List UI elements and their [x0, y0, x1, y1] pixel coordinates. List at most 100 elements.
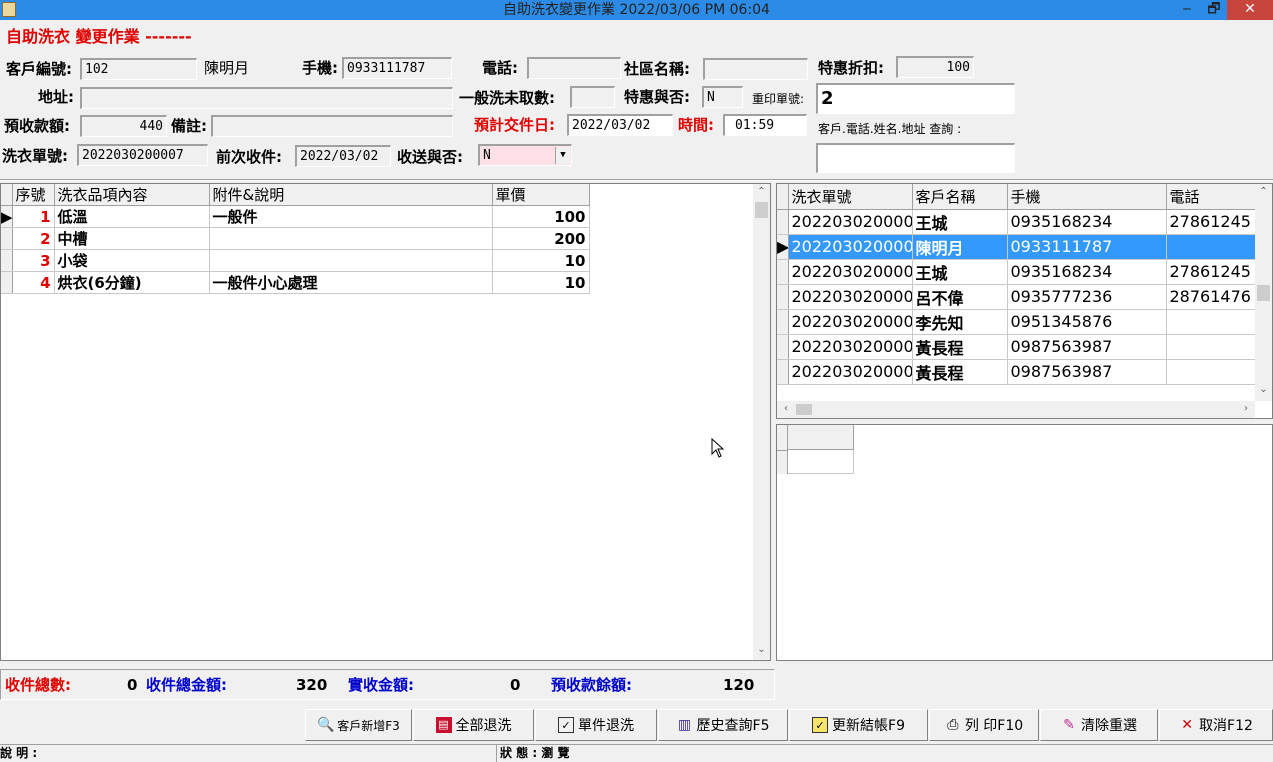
table-row-selected[interactable]: ▶ 202203020000 陳明月 0933111787 [777, 234, 1258, 260]
col-header-price[interactable]: 單價 [492, 184, 590, 206]
count-label: 收件總數: [5, 676, 71, 694]
col-header-order[interactable]: 洗衣單號 [788, 184, 913, 210]
table-row[interactable]: 202203020000 王城 0935168234 27861245 [777, 259, 1258, 285]
prepaid-field[interactable]: 440 [80, 115, 167, 137]
order-no: 202203020000 [788, 209, 913, 235]
col-header-no[interactable]: 序號 [12, 184, 55, 206]
table-row[interactable]: 4 烘衣(6分鐘) 一般件小心處理 10 [1, 271, 590, 294]
items-grid[interactable]: 序號 洗衣品項內容 附件&說明 單價 ▶ 1 低溫 一般件 100 2 中槽 2… [0, 183, 771, 661]
table-row[interactable]: 202203020000 呂不偉 0935777236 28761476 [777, 284, 1258, 310]
scroll-down-icon[interactable]: ⌄ [753, 644, 770, 655]
col-header-note[interactable]: 附件&說明 [209, 184, 493, 206]
table-row[interactable]: 202203020000 黃長程 0987563987 [777, 334, 1258, 360]
customer-no-label: 客戶編號: [6, 60, 72, 78]
table-row[interactable]: 202203020000 李先知 0951345876 [777, 309, 1258, 335]
history-button[interactable]: ▥ 歷史查詢F5 [658, 709, 788, 741]
chevron-down-icon[interactable]: ▼ [555, 147, 570, 164]
close-button[interactable]: ✕ [1227, 0, 1273, 20]
detail-header-cell [787, 425, 854, 450]
table-row[interactable]: 3 小袋 10 [1, 249, 590, 272]
order-no-field[interactable]: 2022030200007 [77, 144, 208, 166]
count-value: 0 [127, 676, 138, 694]
prev-field[interactable]: 2022/03/02 [295, 145, 391, 167]
note-field[interactable] [211, 115, 453, 137]
row-item: 小袋 [54, 249, 210, 272]
col-header-item[interactable]: 洗衣品項內容 [54, 184, 210, 206]
col-header-mobile[interactable]: 手機 [1007, 184, 1167, 210]
due-date-field[interactable]: 2022/03/02 [567, 114, 673, 136]
clear-button[interactable]: ✎ 清除重選 [1040, 709, 1158, 741]
scroll-left-icon[interactable]: ‹ [780, 403, 792, 414]
maximize-button[interactable]: 🗗 [1200, 0, 1228, 20]
col-header-name[interactable]: 客戶名稱 [912, 184, 1008, 210]
phone: 28761476 [1166, 284, 1258, 310]
cancel-button[interactable]: ✕ 取消F12 [1159, 709, 1273, 741]
row-price: 10 [492, 271, 590, 294]
return-all-button[interactable]: ▤ 全部退洗 [413, 709, 534, 741]
row-item: 烘衣(6分鐘) [54, 271, 210, 294]
orders-vscrollbar[interactable]: ⌃ ⌄ [1255, 184, 1272, 401]
page-title: 自助洗衣 變更作業 ------- [6, 27, 192, 46]
table-row[interactable]: ▶ 1 低溫 一般件 100 [1, 205, 590, 228]
grid-corner [1, 184, 13, 206]
amount-value: 320 [296, 676, 328, 694]
printer-icon: ⎙ [947, 717, 959, 733]
col-header-phone[interactable]: 電話 [1166, 184, 1258, 210]
scroll-right-icon[interactable]: › [1240, 403, 1252, 414]
update-settle-button[interactable]: ✓ 更新結帳F9 [789, 709, 928, 741]
orders-grid[interactable]: 洗衣單號 客戶名稱 手機 電話 202203020000 王城 09351682… [776, 183, 1273, 419]
order-no: 202203020000 [788, 334, 913, 360]
order-no-label: 洗衣單號: [2, 147, 68, 165]
time-field[interactable]: 01:59 [723, 114, 807, 136]
mobile: 0935777236 [1007, 284, 1167, 310]
scroll-thumb[interactable] [755, 202, 768, 218]
query-label: 客戶.電話.姓名.地址 查詢 : [818, 122, 962, 136]
return-single-button[interactable]: ✓ 單件退洗 [535, 709, 657, 741]
detail-cell[interactable] [788, 450, 854, 474]
row-note [209, 227, 493, 250]
mobile-field[interactable]: 0933111787 [342, 57, 452, 79]
items-vscrollbar[interactable]: ⌃ ⌄ [753, 184, 770, 660]
add-customer-button[interactable]: 🔍 客戶新增F3 [305, 709, 412, 741]
order-no: 202203020000 [788, 234, 913, 260]
community-field[interactable] [703, 58, 808, 80]
scroll-up-icon[interactable]: ⌃ [1255, 186, 1272, 197]
scroll-down-icon[interactable]: ⌄ [1255, 384, 1272, 395]
customer-no-field[interactable]: 102 [80, 58, 197, 80]
minimize-button[interactable]: ‒ [1173, 0, 1201, 20]
status-description: 說 明 : [0, 746, 38, 760]
window-title: 自助洗衣變更作業 2022/03/06 PM 06:04 [503, 2, 770, 18]
special-field[interactable]: N [702, 86, 743, 108]
detail-grid[interactable] [776, 424, 1273, 661]
scroll-thumb[interactable] [796, 404, 812, 415]
address-field[interactable] [80, 87, 453, 109]
row-price: 10 [492, 249, 590, 272]
table-row[interactable]: 202203020000 黃長程 0987563987 [777, 359, 1258, 385]
customer-name: 王城 [912, 259, 1008, 285]
phone-field[interactable] [527, 57, 621, 79]
mobile: 0987563987 [1007, 334, 1167, 360]
print-button[interactable]: ⎙ 列 印F10 [929, 709, 1039, 741]
discount-field[interactable]: 100 [896, 56, 974, 78]
time-label: 時間: [678, 116, 714, 134]
magnifier-icon: 🔍 [317, 717, 335, 733]
table-row[interactable]: 2 中槽 200 [1, 227, 590, 250]
table-row[interactable]: 202203020000 王城 0935168234 27861245 [777, 209, 1258, 235]
scroll-up-icon[interactable]: ⌃ [753, 186, 770, 197]
customer-name: 呂不偉 [912, 284, 1008, 310]
delivery-select[interactable]: N ▼ [478, 144, 572, 166]
scroll-thumb[interactable] [1257, 285, 1270, 301]
row-pointer-icon: ▶ [777, 234, 789, 260]
customer-name: 王城 [912, 209, 1008, 235]
reprint-field[interactable]: 2 [816, 83, 1015, 114]
community-label: 社區名稱: [624, 60, 690, 78]
untaken-field[interactable] [570, 86, 615, 108]
prepaid-label: 預收款額: [4, 117, 70, 135]
phone [1166, 334, 1258, 360]
query-input[interactable] [816, 143, 1015, 173]
grid-corner [777, 184, 789, 210]
order-no: 202203020000 [788, 359, 913, 385]
row-no: 3 [12, 249, 55, 272]
discount-label: 特惠折扣: [818, 59, 884, 77]
orders-hscrollbar[interactable]: ‹ › [777, 401, 1255, 418]
